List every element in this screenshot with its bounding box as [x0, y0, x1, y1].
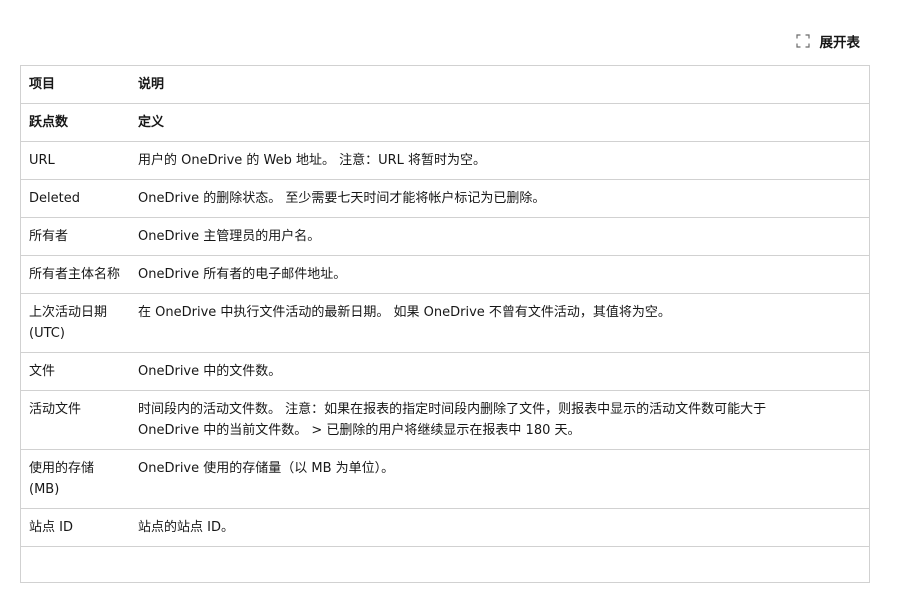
expand-icon — [795, 34, 810, 48]
row-key: 活动文件 — [21, 390, 130, 450]
row-key: 文件 — [21, 352, 130, 391]
row-value: OneDrive 使用的存储量（以 MB 为单位）。 — [130, 449, 869, 509]
table-row: 所有者 OneDrive 主管理员的用户名。 — [21, 217, 869, 256]
subheader-definition: 定义 — [130, 103, 869, 142]
table-row: 站点 ID 站点的站点 ID。 — [21, 508, 869, 547]
row-value: OneDrive 中的文件数。 — [130, 352, 869, 391]
report-columns-table: 项目 说明 跃点数 定义 URL 用户的 OneDrive 的 Web 地址。 … — [20, 65, 870, 583]
table-row: 上次活动日期 (UTC) 在 OneDrive 中执行文件活动的最新日期。 如果… — [21, 293, 869, 353]
row-key: URL — [21, 141, 130, 180]
row-value: OneDrive 所有者的电子邮件地址。 — [130, 255, 869, 294]
table-row: 活动文件 时间段内的活动文件数。 注意：如果在报表的指定时间段内删除了文件，则报… — [21, 390, 869, 450]
row-value: 用户的 OneDrive 的 Web 地址。 注意：URL 将暂时为空。 — [130, 141, 869, 180]
row-value: OneDrive 主管理员的用户名。 — [130, 217, 869, 256]
row-key: 上次活动日期 (UTC) — [21, 293, 130, 353]
table-row: URL 用户的 OneDrive 的 Web 地址。 注意：URL 将暂时为空。 — [21, 141, 869, 180]
expand-table-label: 展开表 — [819, 35, 861, 51]
row-value: 在 OneDrive 中执行文件活动的最新日期。 如果 OneDrive 不曾有… — [130, 293, 869, 353]
row-value: 站点的站点 ID。 — [130, 508, 869, 547]
row-key: 所有者主体名称 — [21, 255, 130, 294]
header-item: 项目 — [21, 66, 130, 104]
row-key: Deleted — [21, 179, 130, 218]
row-value: 时间段内的活动文件数。 注意：如果在报表的指定时间段内删除了文件，则报表中显示的… — [130, 390, 869, 450]
table-header-row: 项目 说明 — [21, 66, 869, 104]
header-description: 说明 — [130, 66, 869, 104]
subheader-metric: 跃点数 — [21, 103, 130, 142]
table-row: 所有者主体名称 OneDrive 所有者的电子邮件地址。 — [21, 255, 869, 294]
row-key: 使用的存储 (MB) — [21, 449, 130, 509]
row-key: 站点 ID — [21, 508, 130, 547]
expand-table-button[interactable]: 展开表 — [795, 31, 861, 51]
row-key: 所有者 — [21, 217, 130, 256]
table-subheader-row: 跃点数 定义 — [21, 103, 869, 142]
table-row: Deleted OneDrive 的删除状态。 至少需要七天时间才能将帐户标记为… — [21, 179, 869, 218]
table-row: 文件 OneDrive 中的文件数。 — [21, 352, 869, 391]
table-row: 使用的存储 (MB) OneDrive 使用的存储量（以 MB 为单位）。 — [21, 449, 869, 509]
row-value: OneDrive 的删除状态。 至少需要七天时间才能将帐户标记为已删除。 — [130, 179, 869, 218]
